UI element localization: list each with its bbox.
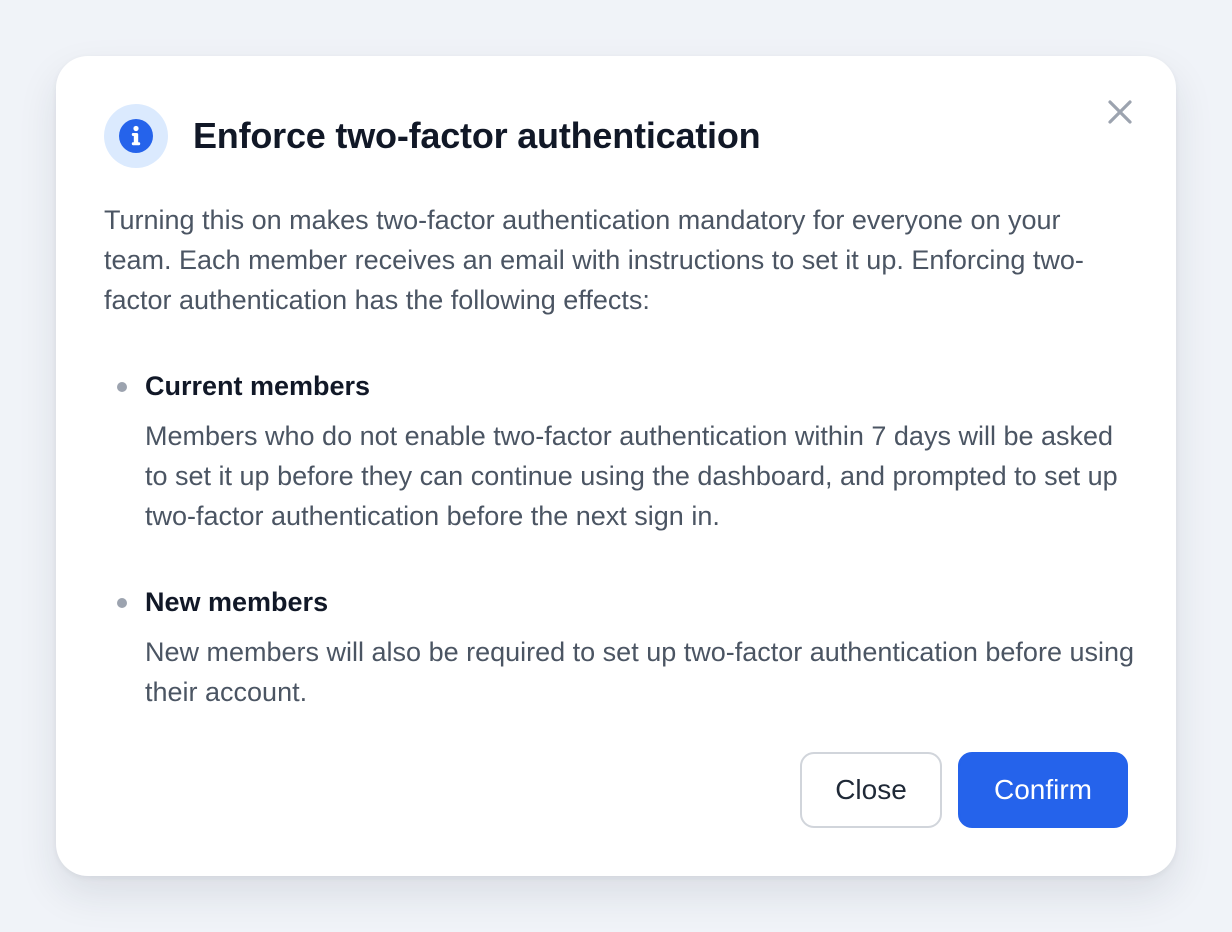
dialog-title: Enforce two-factor authentication (193, 115, 761, 156)
info-icon (104, 104, 168, 168)
bullet (117, 382, 127, 392)
effect-description: Members who do not enable two-factor aut… (145, 421, 1118, 531)
confirm-button[interactable]: Confirm (958, 752, 1128, 828)
close-button[interactable]: Close (800, 752, 942, 828)
list-item: New members New members will also be req… (104, 582, 1134, 712)
bullet (117, 598, 127, 608)
two-factor-dialog: Enforce two-factor authentication Turnin… (56, 56, 1176, 876)
effect-title: New members (145, 587, 329, 617)
effect-description: New members will also be required to set… (145, 637, 1135, 707)
effects-list: Current members Members who do not enabl… (104, 366, 1134, 758)
effect-title: Current members (145, 371, 371, 401)
dialog-header: Enforce two-factor authentication (104, 104, 761, 168)
dialog-intro: Turning this on makes two-factor authent… (104, 205, 1084, 315)
list-item: Current members Members who do not enabl… (104, 366, 1134, 536)
close-icon[interactable] (1104, 96, 1136, 128)
